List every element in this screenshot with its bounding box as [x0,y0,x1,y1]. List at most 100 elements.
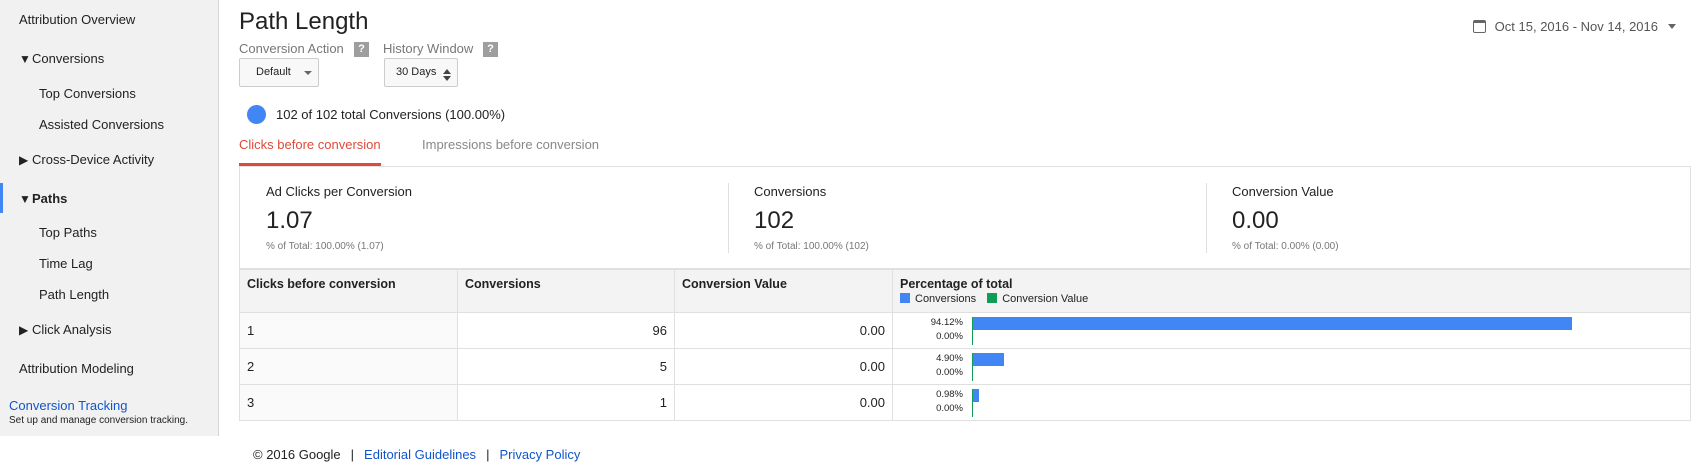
conversion-action-value: Default [256,66,291,78]
column-header-conversions[interactable]: Conversions [457,269,675,313]
pct-conversions-label: 0.98% [936,389,963,400]
cell-conversions: 5 [457,348,675,385]
date-range-text: Oct 15, 2016 - Nov 14, 2016 [1494,19,1658,34]
sidebar-item-top-paths[interactable]: Top Paths [39,225,97,240]
legend-label: Conversion Value [1002,293,1089,305]
table-row: 2 5 0.00 4.90% 0.00% [239,348,1691,385]
table-row: 3 1 0.00 0.98% 0.00% [239,384,1691,421]
cell-clicks: 1 [239,312,458,349]
cell-clicks: 2 [239,348,458,385]
sidebar-item-label: Time Lag [39,256,93,271]
history-window-select[interactable]: 30 Days [384,58,458,87]
sidebar-item-conversions[interactable]: ▼Conversions [19,51,104,66]
footer-separator: | [350,447,355,462]
scorecard-title: Ad Clicks per Conversion [266,184,412,199]
scorecard-value: 0.00 [1232,207,1279,234]
help-icon[interactable]: ? [354,42,369,57]
sidebar-item-assisted-conversions[interactable]: Assisted Conversions [39,117,164,132]
pct-conversions-label: 94.12% [930,317,963,328]
privacy-policy-link[interactable]: Privacy Policy [499,447,580,462]
scorecards: Ad Clicks per Conversion 1.07 % of Total… [239,167,1691,269]
cell-conversions: 1 [457,384,675,421]
scorecard-subtext: % of Total: 100.00% (1.07) [266,241,384,252]
path-length-table: Clicks before conversion Conversions Con… [239,269,1691,421]
expanded-triangle-icon: ▼ [19,192,31,206]
column-header-percentage: Percentage of total Conversions Conversi… [892,269,1691,313]
scorecard-title: Conversions [754,184,827,199]
scorecard-conversion-value: Conversion Value 0.00 % of Total: 0.00% … [1206,167,1684,267]
cell-conversion-value: 0.00 [674,348,893,385]
page-title: Path Length [239,8,369,35]
scorecard-title: Conversion Value [1232,184,1334,199]
divider [728,183,729,253]
collapsed-triangle-icon: ▶ [19,153,29,167]
date-range-picker[interactable]: Oct 15, 2016 - Nov 14, 2016 [1472,19,1676,34]
history-window-label: History Window [383,41,474,56]
cell-clicks: 3 [239,384,458,421]
pct-value-label: 0.00% [936,367,963,378]
cell-conversion-value: 0.00 [674,384,893,421]
sidebar-item-attribution-overview[interactable]: Attribution Overview [19,12,135,27]
sidebar-item-paths[interactable]: ▼Paths [19,191,67,206]
pct-conversions-label: 4.90% [936,353,963,364]
sidebar-item-time-lag[interactable]: Time Lag [39,256,93,271]
conversion-action-label: Conversion Action [239,41,344,56]
legend-swatch-conversions [900,293,910,303]
tab-impressions-before-conversion[interactable]: Impressions before conversion [422,137,599,152]
segment-summary: 102 of 102 total Conversions (100.00%) [276,107,506,122]
chart-legend: Conversions Conversion Value [900,293,1683,305]
bar-labels: 0.98% 0.00% [893,388,963,416]
sidebar-item-label: Top Conversions [39,86,136,101]
calendar-icon [1472,20,1486,33]
sidebar-item-label: Attribution Overview [19,12,136,27]
column-header-clicks[interactable]: Clicks before conversion [239,269,458,313]
conversion-action-dropdown[interactable]: Default [239,58,319,87]
cell-conversions: 96 [457,312,675,349]
editorial-guidelines-link[interactable]: Editorial Guidelines [364,447,476,462]
legend-label: Conversions [915,293,977,305]
scorecard-ad-clicks-per-conversion: Ad Clicks per Conversion 1.07 % of Total… [240,167,718,267]
page-footer: © 2016 Google | Editorial Guidelines | Priva… [253,447,580,462]
sidebar-item-label: Path Length [39,287,110,302]
sidebar-item-label: Cross-Device Activity [32,152,155,167]
conversions-bar [973,317,1572,330]
cell-conversion-value: 0.00 [674,312,893,349]
sidebar-item-click-analysis[interactable]: ▶ Click Analysis [19,322,111,337]
sidebar-item-path-length[interactable]: Path Length [39,287,109,302]
pct-value-label: 0.00% [936,331,963,342]
conversions-bar [973,389,979,402]
copyright: © 2016 Google [253,447,341,462]
conversion-tracking-description: Set up and manage conversion tracking. [9,415,188,426]
table-header-row: Clicks before conversion Conversions Con… [239,269,1691,313]
divider [1206,183,1207,253]
conversion-tracking-link[interactable]: Conversion Tracking [9,398,128,413]
sidebar-item-cross-device-activity[interactable]: ▶ Cross-Device Activity [19,152,154,167]
sidebar-item-label: Conversions [32,51,105,66]
table-row: 1 96 0.00 94.12% 0.00% [239,312,1691,349]
sidebar-item-label: Top Paths [39,225,97,240]
sidebar-item-top-conversions[interactable]: Top Conversions [39,86,136,101]
column-header-conversion-value[interactable]: Conversion Value [674,269,893,313]
bar-labels: 94.12% 0.00% [893,316,963,344]
sidebar-item-attribution-modeling[interactable]: Attribution Modeling [19,361,134,376]
scorecard-subtext: % of Total: 0.00% (0.00) [1232,241,1339,252]
segment-dot [247,105,266,124]
collapsed-triangle-icon: ▶ [19,323,29,337]
up-down-arrows-icon [443,66,451,81]
scorecard-value: 102 [754,207,795,234]
conversions-bar [973,353,1004,366]
scorecard-subtext: % of Total: 100.00% (102) [754,241,869,252]
cell-percentage: 4.90% 0.00% [892,348,1691,385]
pct-value-label: 0.00% [936,403,963,414]
column-header-percentage-label: Percentage of total [900,277,1013,291]
help-icon[interactable]: ? [483,42,498,57]
tab-clicks-before-conversion[interactable]: Clicks before conversion [239,137,381,152]
cell-percentage: 0.98% 0.00% [892,384,1691,421]
history-window-value: 30 Days [396,66,437,78]
chevron-down-icon [1668,24,1676,29]
legend-swatch-conversion-value [987,293,998,303]
scorecard-conversions: Conversions 102 % of Total: 100.00% (102… [728,167,1206,267]
sidebar-item-label: Assisted Conversions [39,117,164,132]
scorecard-value: 1.07 [266,207,313,234]
active-tab-underline [239,163,381,166]
